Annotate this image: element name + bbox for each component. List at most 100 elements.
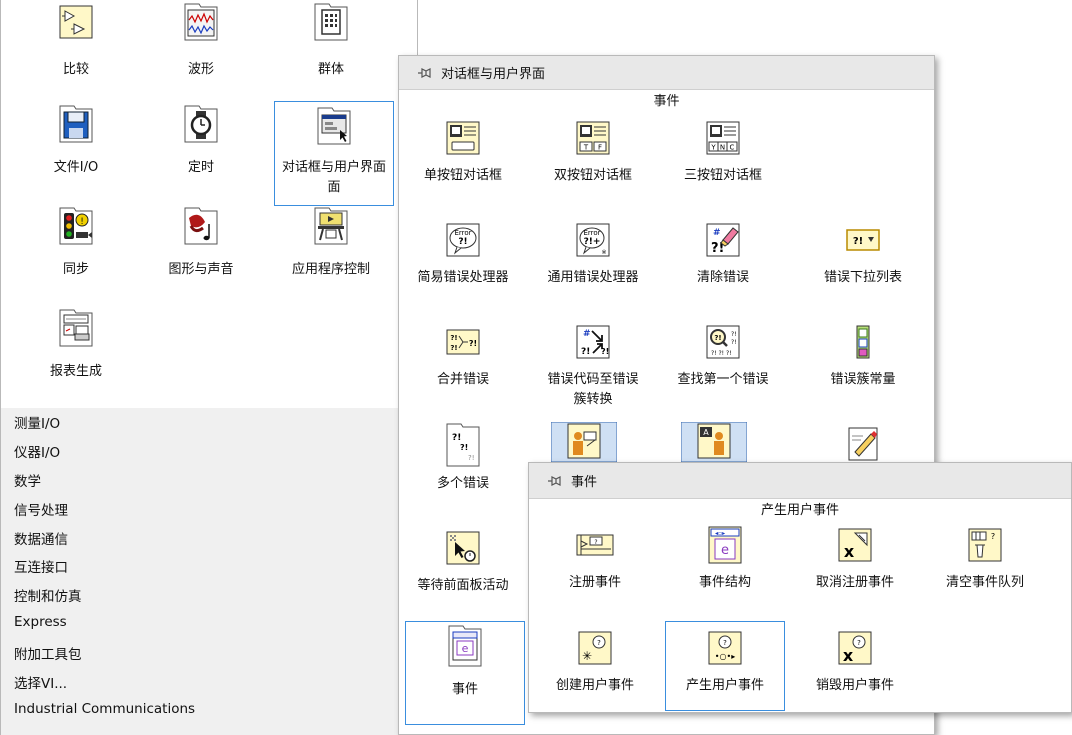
palette-item-simple-error-handler[interactable]: Error ?! 简易错误处理器 <box>403 218 523 288</box>
svg-text:?!: ?! <box>581 347 590 357</box>
palette-item-unregister-events[interactable]: x 取消注册事件 <box>795 523 915 593</box>
palette-item-graphics-sound[interactable]: 图形与声音 <box>141 204 261 284</box>
svg-text:C: C <box>730 144 735 152</box>
palette-item-register-events[interactable]: ? 注册事件 <box>535 523 655 593</box>
graphics-sound-icon <box>184 207 218 245</box>
events-folder-icon: e <box>448 625 482 667</box>
palette-item-clear-errors[interactable]: # ?! 清除错误 <box>663 218 783 288</box>
cluster-icon <box>314 3 348 41</box>
pin-icon[interactable] <box>415 64 433 82</box>
palette-item-merge-errors[interactable]: ?! ?! ?! 合并错误 <box>403 320 523 390</box>
palette-item-generate-user-event[interactable]: ? •○•▸ 产生用户事件 <box>665 621 785 711</box>
svg-text:?!: ?! <box>450 334 457 342</box>
svg-text:?: ? <box>723 639 727 647</box>
palette-title: 事件 <box>571 475 598 490</box>
list-item[interactable]: 测量I/O <box>14 412 60 432</box>
palette-item-events[interactable]: e 事件 <box>405 621 525 725</box>
palette-item-flush-event-queue[interactable]: ? 清空事件队列 <box>925 523 1045 593</box>
palette-item-user-prompt[interactable]: A <box>669 422 759 462</box>
sync-icon: ! <box>59 207 93 245</box>
svg-text:?!+: ?!+ <box>584 237 601 247</box>
palette-item-app-control[interactable]: 应用程序控制 <box>271 204 391 284</box>
report-icon <box>59 309 93 347</box>
palette-item-cursor-edit[interactable] <box>803 426 923 462</box>
list-item[interactable]: Express <box>14 614 67 630</box>
palette-item-multiple-errors[interactable]: ?! ?! ?! 多个错误 <box>403 420 523 494</box>
svg-text:•○•▸: •○•▸ <box>715 652 735 661</box>
compare-icon <box>59 5 93 39</box>
palette-item-event-structure[interactable]: ◂▫▸ e 事件结构 <box>665 523 785 593</box>
svg-text:?! ?! ?!: ?! ?! ?! <box>711 350 732 357</box>
svg-text:Error: Error <box>583 229 600 237</box>
svg-text:※: ※ <box>601 249 606 256</box>
palette-item-destroy-user-event[interactable]: ? x 销毁用户事件 <box>795 626 915 696</box>
multiple-errors-icon: ?! ?! ?! <box>446 423 480 467</box>
list-item[interactable]: 选择VI... <box>14 672 67 692</box>
svg-text:!: ! <box>80 217 84 227</box>
pin-icon[interactable] <box>545 472 563 490</box>
palette-item-error-cluster-constant[interactable]: 错误簇常量 <box>803 320 923 390</box>
svg-text:e: e <box>721 543 729 558</box>
palette-item-file-io[interactable]: 文件I/O <box>16 102 136 182</box>
find-first-error-icon: ?! ?!?! ?! ?! ?! <box>706 325 740 359</box>
palette-item-general-error-handler[interactable]: Error ?!+ ※ 通用错误处理器 <box>533 218 653 288</box>
svg-text:Error: Error <box>454 229 471 237</box>
svg-text:?!: ?! <box>714 334 721 342</box>
svg-text:?: ? <box>594 539 597 546</box>
palette-item-two-button-dialog[interactable]: TF 双按钮对话框 <box>533 116 653 186</box>
svg-text:?!: ?! <box>452 433 461 443</box>
list-item[interactable]: 信号处理 <box>14 499 68 519</box>
list-item[interactable]: 附加工具包 <box>14 643 82 663</box>
palette-item-comparison[interactable]: 比较 <box>16 0 136 80</box>
list-item[interactable]: 控制和仿真 <box>14 585 82 605</box>
palette-title: 对话框与用户界面 <box>441 67 546 82</box>
dialog-palette-titlebar[interactable]: 对话框与用户界面 <box>399 56 934 90</box>
svg-text:?!: ?! <box>460 443 468 452</box>
events-palette-titlebar[interactable]: 事件 <box>529 463 1071 499</box>
unregister-events-icon: x <box>838 528 872 562</box>
error-ring-icon: ?! <box>846 229 880 251</box>
svg-text:?!: ?! <box>731 339 737 346</box>
destroy-user-event-icon: ? x <box>838 631 872 665</box>
register-events-icon: ? <box>576 534 614 556</box>
list-item[interactable]: 互连接口 <box>14 556 68 576</box>
palette-item-one-button-dialog[interactable]: 单按钮对话框 <box>403 116 523 186</box>
list-item[interactable]: 数学 <box>14 470 41 490</box>
app-control-icon <box>314 207 348 245</box>
general-error-handler-icon: Error ?!+ ※ <box>576 223 610 257</box>
create-user-event-icon: ? ✳ <box>578 631 612 665</box>
palette-item-wait-front-panel[interactable]: 等待前面板活动 <box>403 526 523 596</box>
palette-item-waveform[interactable]: 波形 <box>141 0 261 80</box>
error-code-to-cluster-icon: # ?! ?! <box>576 325 610 359</box>
svg-text:◂▫▸: ◂▫▸ <box>715 530 725 537</box>
one-button-dialog-icon <box>446 121 480 155</box>
palette-item-error-ring[interactable]: ?! 错误下拉列表 <box>803 218 923 288</box>
svg-text:x: x <box>843 646 854 665</box>
list-item[interactable]: 数据通信 <box>14 528 68 548</box>
clear-errors-icon: # ?! <box>706 223 740 257</box>
palette-item-three-button-dialog[interactable]: YNC 三按钮对话框 <box>663 116 783 186</box>
svg-text:A: A <box>703 428 709 437</box>
svg-text:e: e <box>462 642 469 655</box>
cursor-edit-icon <box>848 427 878 461</box>
svg-text:#: # <box>713 228 721 238</box>
two-button-dialog-icon: TF <box>576 121 610 155</box>
functions-palette: 比较 波形 群体 文件I/O 定时 对话框与用户界面 面 ! 同步 图形与声音 … <box>0 0 418 735</box>
list-item[interactable]: 仪器I/O <box>14 441 60 461</box>
event-structure-icon: ◂▫▸ e <box>708 526 742 564</box>
palette-item-create-user-event[interactable]: ? ✳ 创建用户事件 <box>535 626 655 696</box>
palette-item-cluster[interactable]: 群体 <box>271 0 391 80</box>
svg-text:?!: ?! <box>458 237 467 247</box>
section-heading: 事件 <box>653 94 680 109</box>
palette-item-user-login[interactable] <box>539 422 629 462</box>
palette-item-timing[interactable]: 定时 <box>141 102 261 182</box>
svg-text:?!: ?! <box>601 347 609 356</box>
palette-item-synchronization[interactable]: ! 同步 <box>16 204 136 284</box>
svg-text:N: N <box>720 144 725 152</box>
user-login-icon <box>551 422 617 462</box>
palette-item-find-first-error[interactable]: ?! ?!?! ?! ?! ?! 查找第一个错误 <box>663 320 783 390</box>
palette-item-error-code-to-cluster[interactable]: # ?! ?! 错误代码至错误 簇转换 <box>533 320 653 410</box>
palette-item-dialog-ui[interactable]: 对话框与用户界面 面 <box>274 101 394 206</box>
list-item[interactable]: Industrial Communications <box>14 701 195 717</box>
palette-item-report-generation[interactable]: 报表生成 <box>16 306 136 386</box>
